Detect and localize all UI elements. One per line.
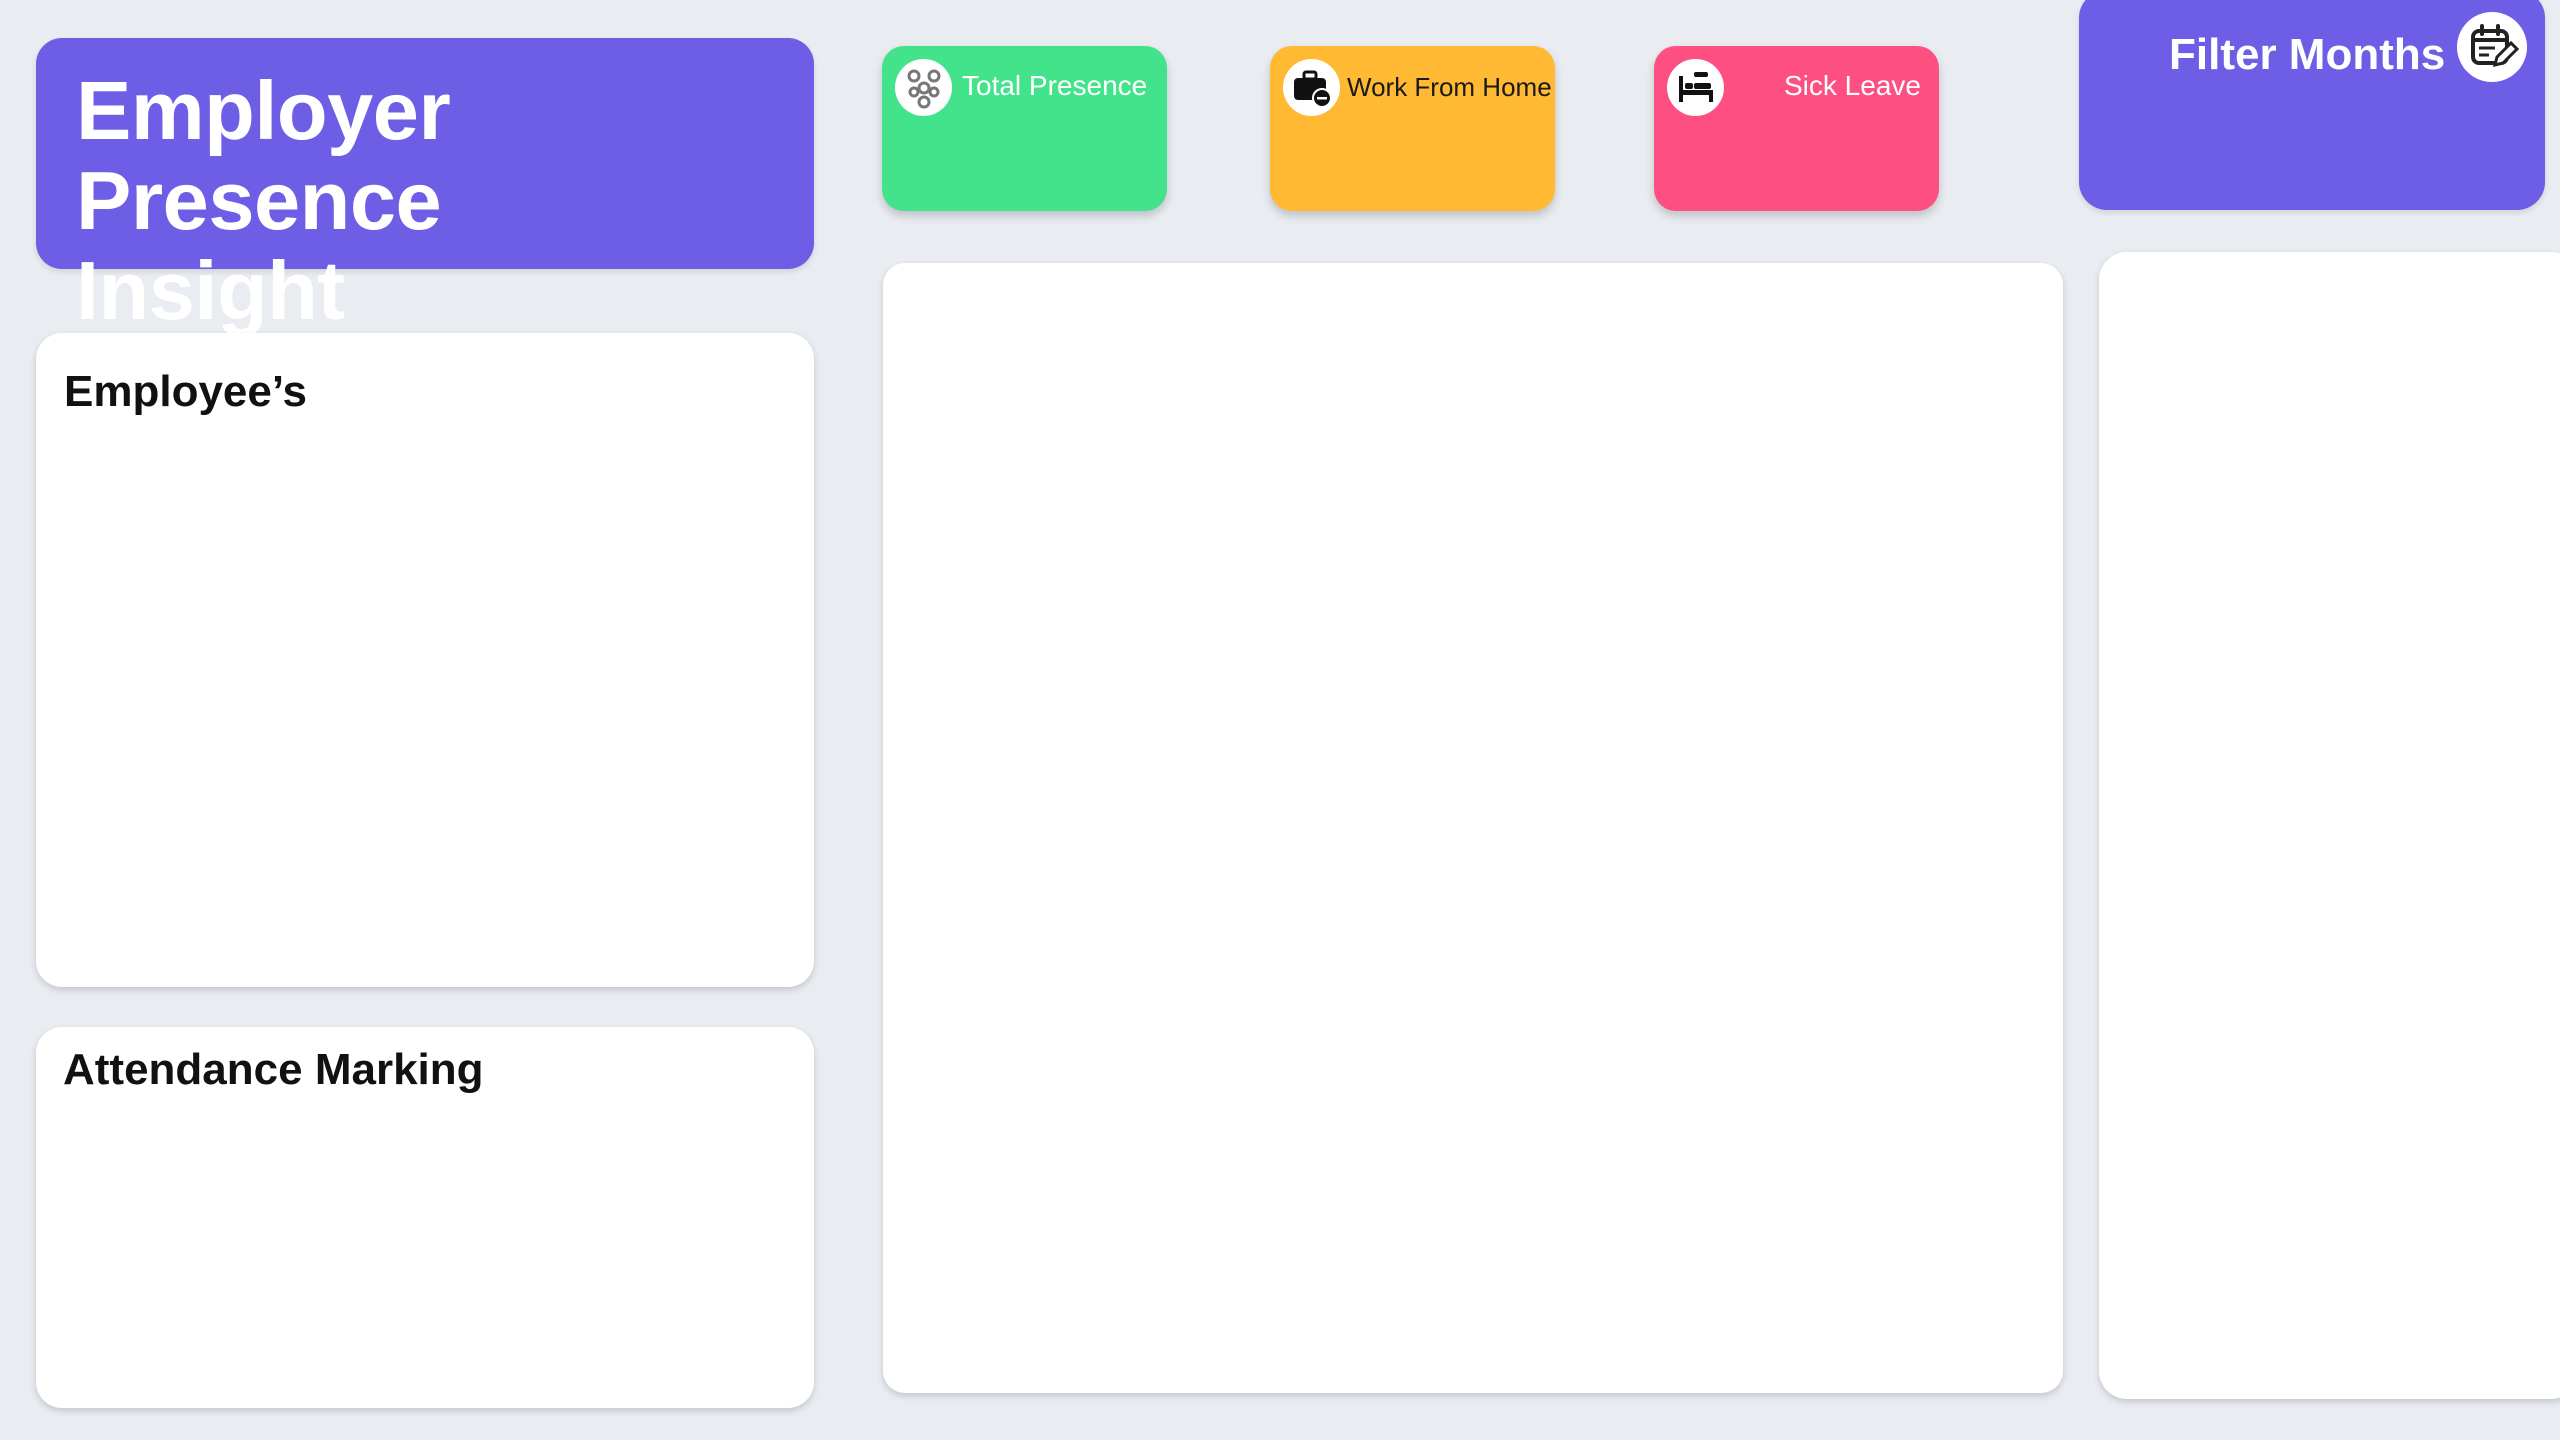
title-banner: Employer Presence Insight	[36, 38, 814, 336]
kpi-card-work-from-home[interactable]: Work From Home	[1270, 46, 1555, 211]
employees-card: Employee’s	[36, 333, 814, 987]
bed-icon	[1667, 59, 1724, 116]
page-title-line-2: Insight	[76, 244, 345, 337]
employees-card-title: Employee’s	[64, 367, 307, 416]
main-visual-panel	[883, 263, 2063, 1393]
people-group-icon	[895, 59, 952, 116]
briefcase-icon	[1283, 59, 1340, 116]
kpi-card-sick-leave[interactable]: Sick Leave	[1654, 46, 1939, 211]
calendar-edit-icon[interactable]	[2457, 12, 2527, 82]
kpi-label-sick-leave: Sick Leave	[1784, 70, 1921, 101]
kpi-card-total-presence[interactable]: Total Presence	[882, 46, 1167, 211]
filter-months-panel[interactable]: Filter Months	[2079, 0, 2545, 210]
page-title-line-1: Employer Presence	[76, 64, 451, 247]
dashboard: Employer Presence Insight Total Presence	[0, 0, 2560, 1440]
attendance-marking-card: Attendance Marking	[36, 1027, 814, 1408]
attendance-marking-title: Attendance Marking	[63, 1045, 484, 1094]
filter-months-label: Filter Months	[2169, 30, 2446, 79]
month-filter-list-panel	[2099, 252, 2560, 1399]
kpi-label-total-presence: Total Presence	[962, 70, 1148, 101]
kpi-label-work-from-home: Work From Home	[1347, 72, 1552, 102]
